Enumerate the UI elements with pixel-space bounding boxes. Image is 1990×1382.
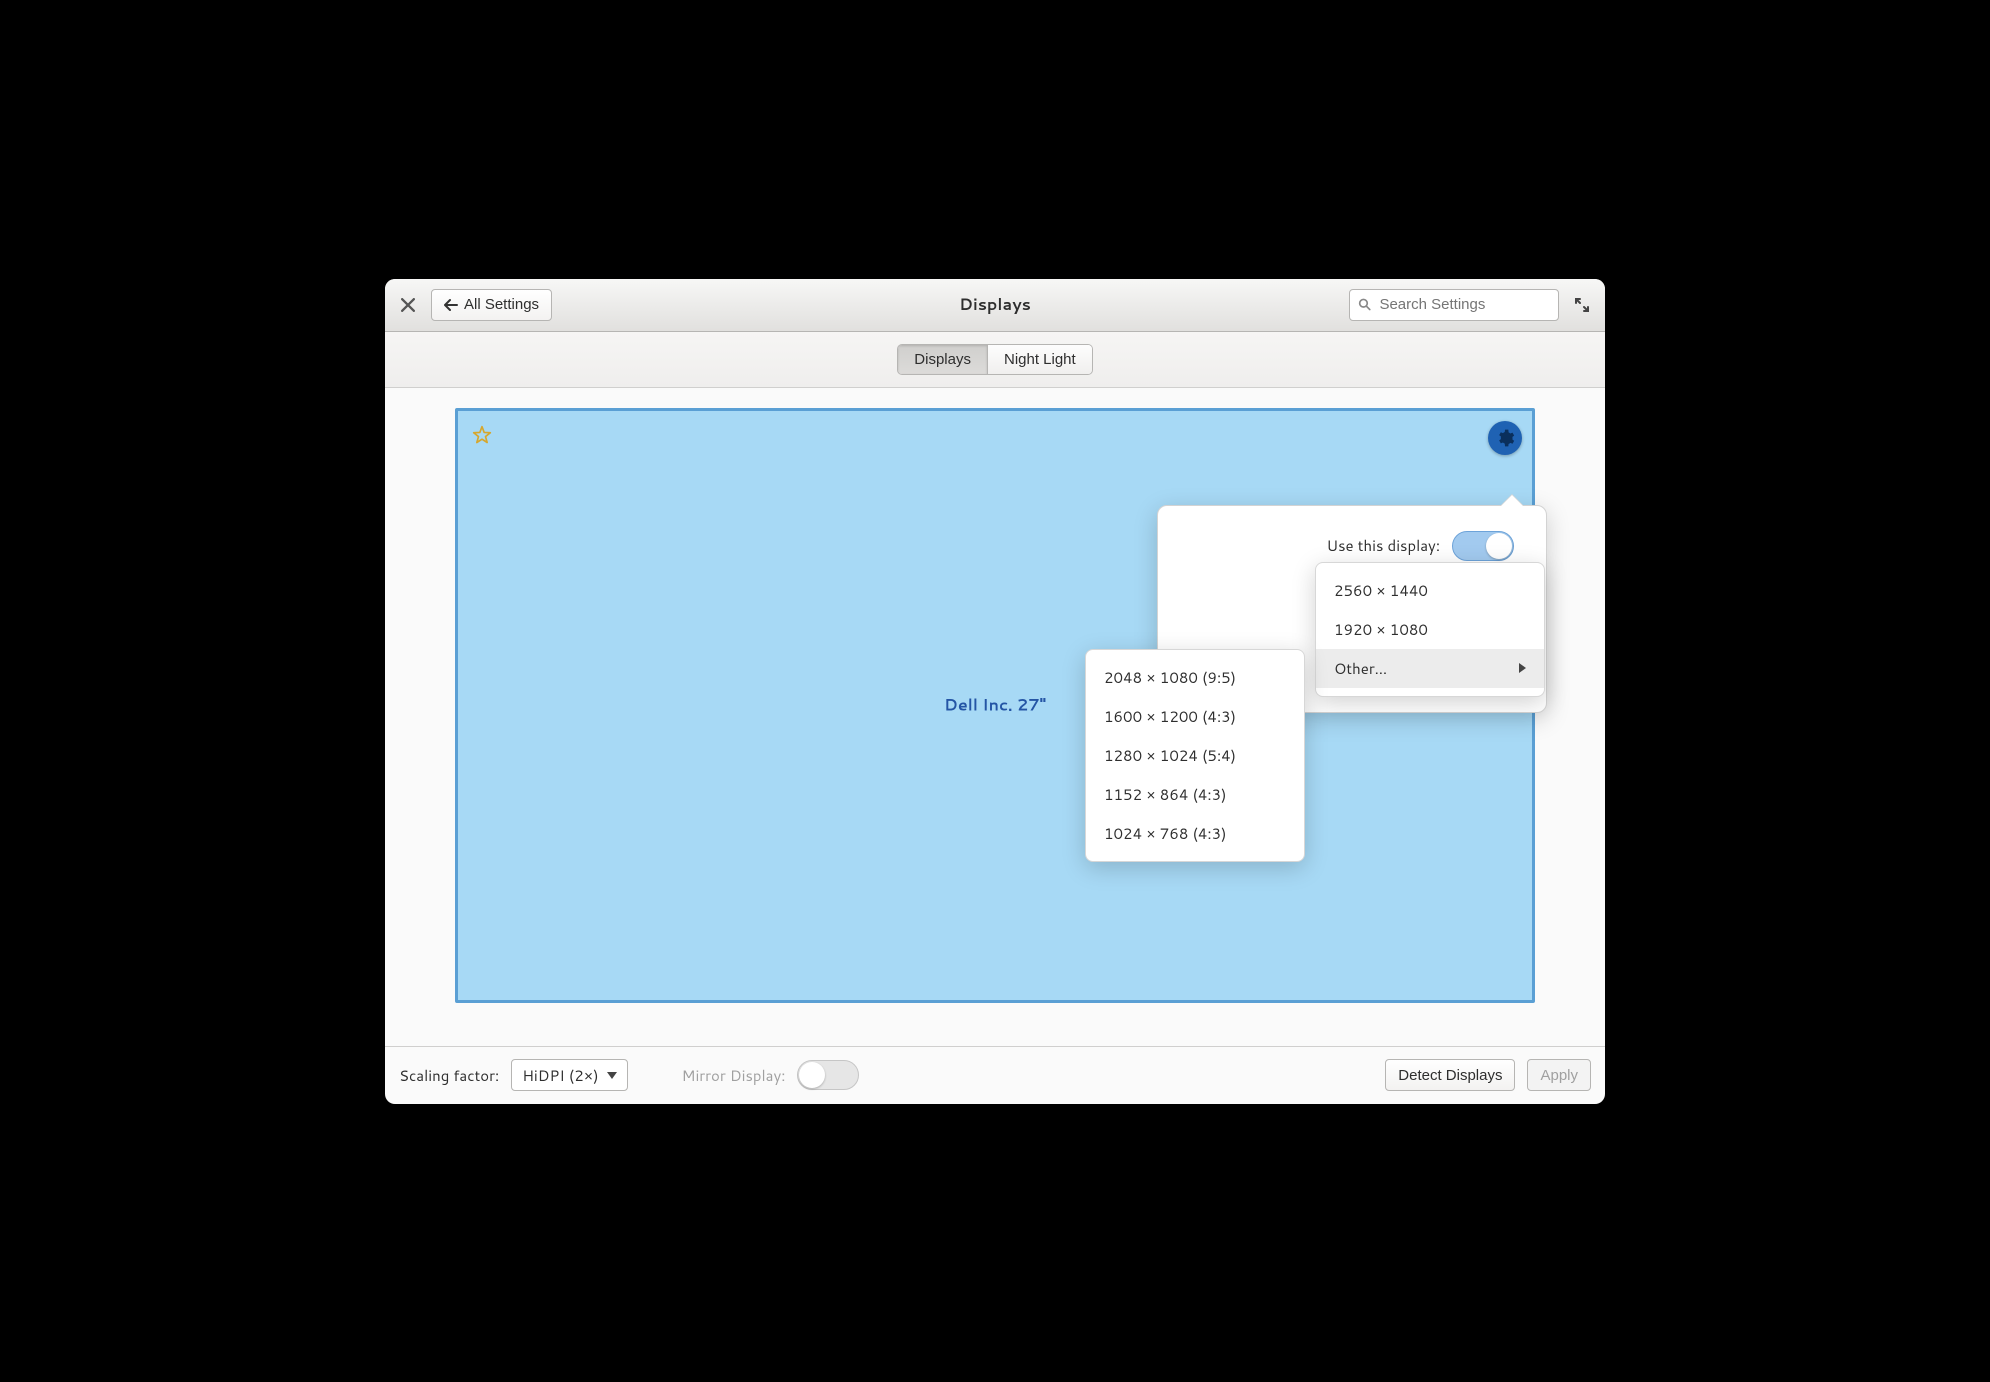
- resolution-option[interactable]: 2048 × 1080 (9:5): [1086, 658, 1304, 697]
- chevron-right-icon: [1519, 663, 1526, 673]
- search-input-field[interactable]: [1377, 295, 1550, 314]
- gear-icon: [1495, 428, 1515, 448]
- close-window-button[interactable]: [395, 292, 421, 318]
- display-settings-gear-button[interactable]: [1488, 421, 1522, 455]
- use-this-display-label: Use this display:: [1327, 535, 1440, 556]
- resolution-other-label: Other…: [1334, 658, 1387, 679]
- page-title: Displays: [705, 293, 1285, 316]
- maximize-button[interactable]: [1569, 292, 1595, 318]
- resolution-other-submenu[interactable]: Other…: [1316, 649, 1544, 688]
- action-bar: Scaling factor: HiDPI (2×) Mirror Displa…: [385, 1046, 1605, 1104]
- back-all-settings-button[interactable]: All Settings: [431, 289, 552, 321]
- resolution-other-menu: 2048 × 1080 (9:5) 1600 × 1200 (4:3) 1280…: [1085, 649, 1305, 862]
- scaling-factor-value: HiDPI (2×): [522, 1065, 598, 1086]
- view-switcher: Displays Night Light: [897, 344, 1092, 375]
- scaling-factor-combo[interactable]: HiDPI (2×): [511, 1059, 627, 1091]
- resolution-option[interactable]: 1152 × 864 (4:3): [1086, 775, 1304, 814]
- view-switcher-bar: Displays Night Light: [385, 332, 1605, 388]
- display-arrangement-area: Dell Inc. 27": [385, 388, 1605, 1046]
- resolution-menu: 2560 × 1440 1920 × 1080 Other…: [1315, 562, 1545, 697]
- maximize-icon: [1575, 298, 1589, 312]
- detect-displays-button[interactable]: Detect Displays: [1385, 1059, 1515, 1091]
- arrow-left-icon: [444, 298, 458, 312]
- display-name-label: Dell Inc. 27": [944, 694, 1046, 717]
- resolution-option[interactable]: 1280 × 1024 (5:4): [1086, 736, 1304, 775]
- resolution-option[interactable]: 1600 × 1200 (4:3): [1086, 697, 1304, 736]
- apply-button[interactable]: Apply: [1527, 1059, 1591, 1091]
- mirror-display-switch[interactable]: [797, 1060, 859, 1090]
- mirror-display-label: Mirror Display:: [682, 1065, 786, 1086]
- header-bar: All Settings Displays: [385, 279, 1605, 332]
- scaling-factor-label: Scaling factor:: [399, 1065, 499, 1086]
- chevron-down-icon: [607, 1072, 617, 1079]
- resolution-option[interactable]: 1024 × 768 (4:3): [1086, 814, 1304, 853]
- use-this-display-switch[interactable]: [1452, 531, 1514, 561]
- primary-display-star-icon: [472, 425, 492, 450]
- displays-settings-window: All Settings Displays Displays Night Lig…: [385, 279, 1605, 1104]
- search-settings-input[interactable]: [1349, 289, 1559, 321]
- tab-displays[interactable]: Displays: [898, 345, 987, 374]
- tab-night-light[interactable]: Night Light: [987, 345, 1092, 374]
- resolution-option[interactable]: 1920 × 1080: [1316, 610, 1544, 649]
- resolution-option[interactable]: 2560 × 1440: [1316, 571, 1544, 610]
- search-icon: [1358, 297, 1371, 312]
- close-icon: [401, 298, 415, 312]
- back-label: All Settings: [464, 296, 539, 313]
